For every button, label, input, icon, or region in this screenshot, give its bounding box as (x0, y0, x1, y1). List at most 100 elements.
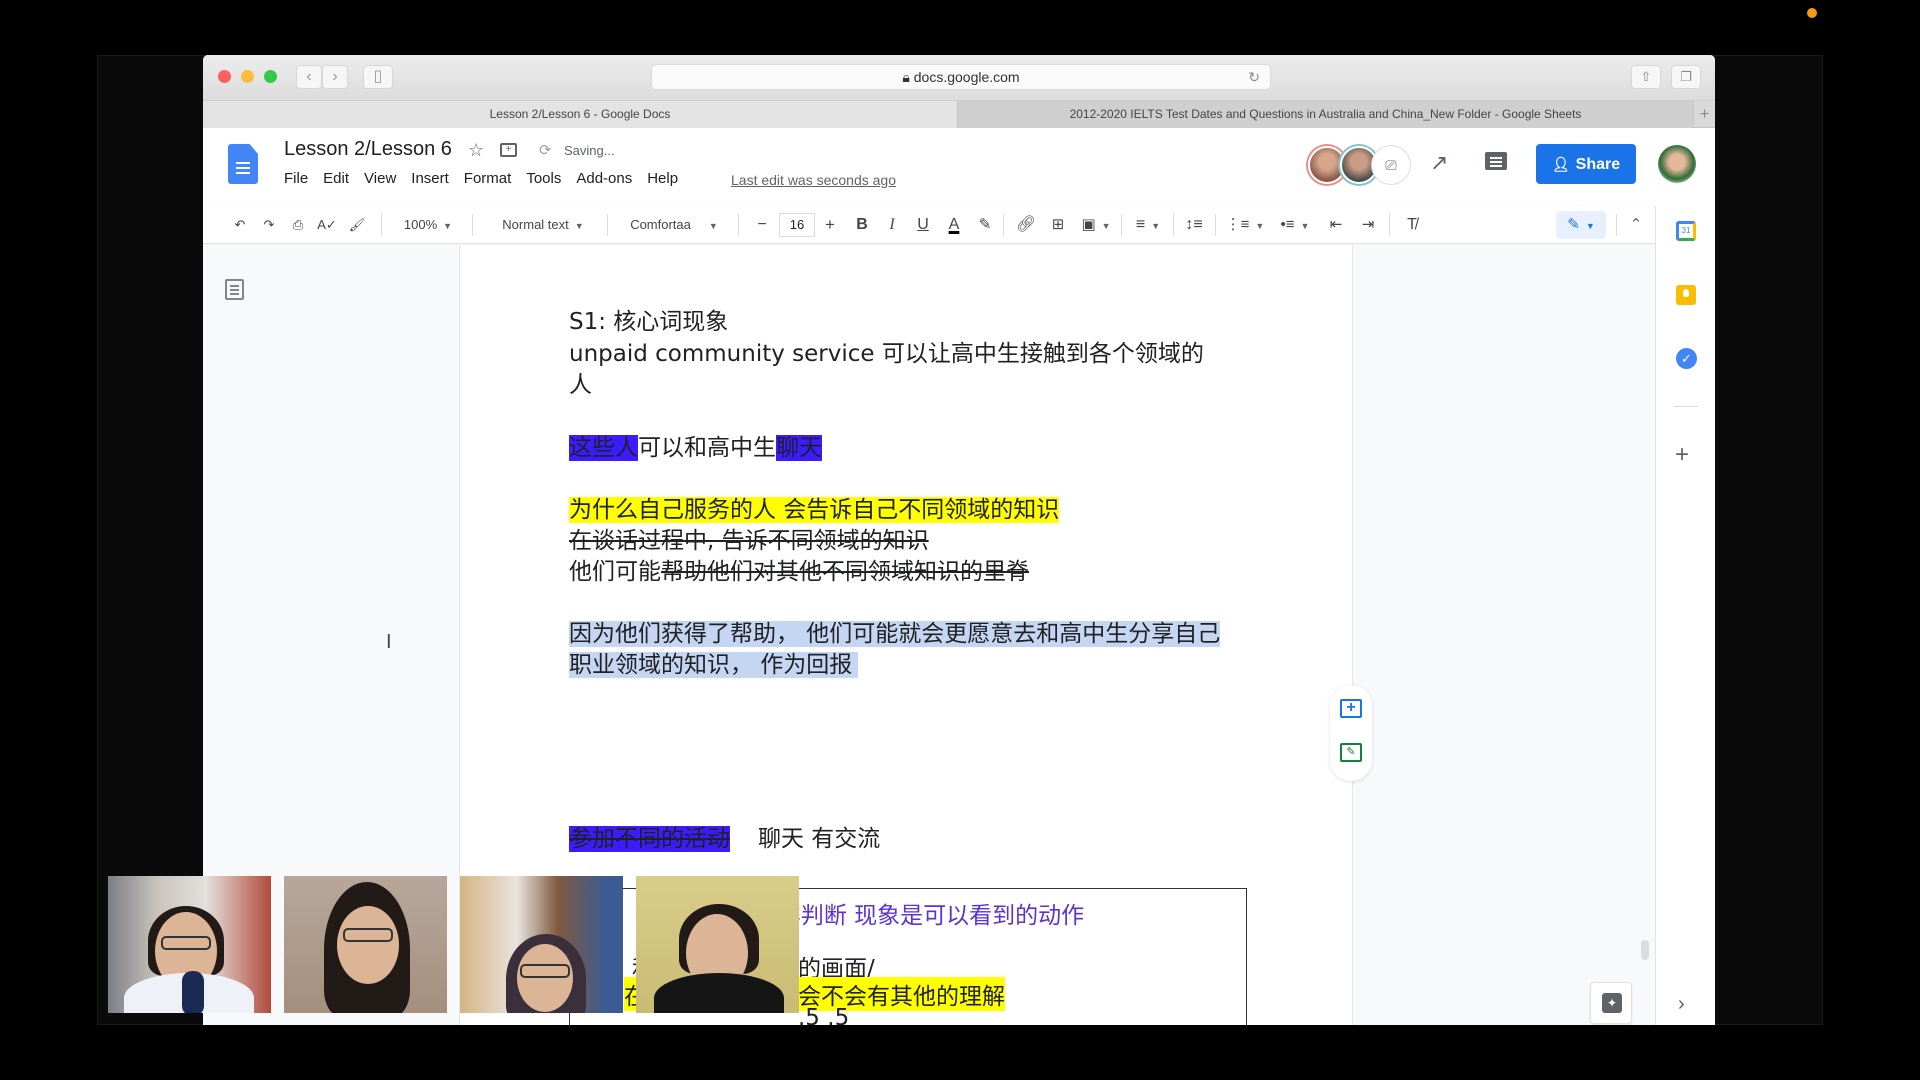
sidebar-toggle-icon[interactable]: ▯ (363, 65, 393, 89)
toolbar-divider (1215, 214, 1216, 236)
print-icon[interactable]: ⎙ (287, 206, 309, 244)
star-icon[interactable]: ☆ (468, 140, 484, 161)
increase-font-size-button[interactable]: + (817, 206, 843, 244)
decrease-font-size-button[interactable]: − (749, 206, 775, 244)
undo-icon[interactable]: ↶ (229, 206, 251, 244)
back-button[interactable]: ‹ (296, 65, 322, 89)
new-tab-button[interactable]: + (1693, 101, 1715, 128)
clear-formatting-icon[interactable]: T̸ (1399, 206, 1425, 244)
menu-addons[interactable]: Add-ons (576, 170, 632, 187)
italic-button[interactable]: I (879, 206, 905, 244)
insert-image-icon[interactable]: ▣ ▼ (1077, 206, 1115, 244)
redo-icon[interactable]: ↷ (258, 206, 280, 244)
selected-text[interactable]: 因为他们获得了帮助， 他们可能就会更愿意去和高中生分享自己 (569, 619, 1221, 650)
video-participant-tile[interactable] (460, 876, 623, 1013)
numbered-list-icon[interactable]: ⋮≡ ▼ (1223, 206, 1267, 244)
menu-edit[interactable]: Edit (323, 170, 349, 187)
address-bar[interactable]: 🔒︎ docs.google.com ↻ (651, 64, 1271, 90)
tasks-icon[interactable]: ✓ (1676, 348, 1697, 369)
increase-indent-icon[interactable]: ⇥ (1355, 206, 1381, 244)
selection-run: 职业领域的知识， 作为回报 (569, 652, 859, 678)
doc-line: 人 (569, 372, 592, 398)
explore-button[interactable]: ✦ (1590, 982, 1632, 1024)
comment-history-icon[interactable] (1485, 152, 1507, 170)
minimize-window-button[interactable] (241, 70, 254, 83)
line-spacing-icon[interactable]: ↕≡ (1181, 206, 1207, 244)
insert-link-icon[interactable]: 🔗︎ (1013, 206, 1039, 244)
move-to-folder-icon[interactable]: + (500, 143, 517, 157)
toolbar-divider (1616, 214, 1617, 236)
toolbar-divider (1389, 214, 1390, 236)
docs-header: Lesson 2/Lesson 6 ☆ + ⟳ Saving... File E… (203, 128, 1715, 206)
vertical-scrollbar[interactable] (1641, 940, 1649, 960)
font-value: Comfortaa (630, 217, 691, 232)
bulleted-list-icon[interactable]: •≡ ▼ (1273, 206, 1317, 244)
activity-dashboard-icon[interactable]: ↗ (1430, 150, 1448, 176)
side-panel-rail: 31 ✓ + › (1655, 206, 1715, 1025)
account-avatar[interactable] (1658, 145, 1696, 183)
expand-panel-chevron-icon[interactable]: › (1678, 993, 1685, 1016)
align-icon[interactable]: ≡ ▼ (1129, 206, 1167, 244)
microphone-figure (182, 971, 204, 1013)
video-figure (654, 973, 784, 1013)
close-window-button[interactable] (218, 70, 231, 83)
tab-google-sheets[interactable]: 2012-2020 IELTS Test Dates and Questions… (958, 101, 1693, 128)
share-button[interactable]: 👤︎ Share (1536, 144, 1636, 184)
menu-format[interactable]: Format (464, 170, 512, 187)
selected-text[interactable]: 职业领域的知识， 作为回报 (569, 650, 859, 681)
dropdown-arrow-icon: ▼ (1300, 221, 1310, 231)
toolbar-divider (1003, 214, 1004, 236)
video-figure (161, 936, 211, 950)
doc-paragraph: 这些人可以和高中生聊天 (569, 433, 822, 464)
doc-paragraph: 参加不同的活动 聊天 有交流 (569, 824, 880, 855)
zoom-select[interactable]: 100% ▼ (395, 206, 461, 244)
reload-icon[interactable]: ↻ (1248, 65, 1260, 89)
highlight-color-icon[interactable]: ✎ (972, 206, 998, 244)
add-comment-icon[interactable]: ⊞ (1045, 206, 1071, 244)
add-comment-icon[interactable]: + (1340, 699, 1362, 718)
font-family-select[interactable]: Comfortaa ▼ (618, 206, 730, 244)
selection-run: 因为他们获得了帮助， 他们可能就会更愿意去和高中生分享自己 (569, 621, 1221, 647)
decrease-indent-icon[interactable]: ⇤ (1323, 206, 1349, 244)
font-size-input[interactable]: 16 (779, 213, 815, 237)
share-sheet-icon[interactable]: ⇧ (1631, 65, 1661, 89)
tab-overview-icon[interactable]: ❐ (1671, 65, 1701, 89)
underline-button[interactable]: U (910, 206, 936, 244)
video-participant-tile[interactable] (636, 876, 799, 1013)
recording-indicator (1807, 8, 1817, 18)
tab-google-docs[interactable]: Lesson 2/Lesson 6 - Google Docs (203, 101, 958, 128)
rail-divider (1674, 406, 1698, 407)
paragraph-style-select[interactable]: Normal text ▼ (485, 206, 601, 244)
save-status: Saving... (564, 143, 615, 158)
zoom-window-button[interactable] (264, 70, 277, 83)
menu-help[interactable]: Help (647, 170, 678, 187)
menu-tools[interactable]: Tools (526, 170, 561, 187)
text-color-button[interactable]: A (941, 206, 967, 244)
document-outline-icon[interactable] (225, 279, 244, 300)
document-title[interactable]: Lesson 2/Lesson 6 (284, 138, 452, 161)
menu-insert[interactable]: Insert (411, 170, 449, 187)
hide-menus-chevron-up-icon[interactable]: ⌃ (1623, 206, 1649, 244)
docs-logo-icon[interactable] (228, 144, 258, 184)
spellcheck-icon[interactable]: A✓ (316, 206, 338, 244)
dropdown-arrow-icon: ▼ (443, 221, 453, 231)
menu-file[interactable]: File (284, 170, 308, 187)
box-line-partial: .5 .5 (798, 1005, 850, 1025)
last-edit-link[interactable]: Last edit was seconds ago (731, 172, 896, 188)
share-label: Share (1575, 156, 1621, 173)
editing-mode-button[interactable]: ✎ ▼ (1556, 211, 1606, 239)
add-ons-plus-icon[interactable]: + (1675, 441, 1689, 469)
menu-view[interactable]: View (364, 170, 396, 187)
video-participant-tile[interactable] (108, 876, 271, 1013)
keep-icon[interactable] (1676, 285, 1696, 305)
formatting-toolbar: ↶ ↷ ⎙ A✓ 🖌︎ 100% ▼ Normal text ▼ Comfortaa… (203, 206, 1655, 244)
paint-format-icon[interactable]: 🖌︎ (346, 206, 368, 244)
calendar-icon[interactable]: 31 (1676, 221, 1696, 241)
video-participant-tile[interactable] (284, 876, 447, 1013)
suggest-edits-icon[interactable]: ✎ (1340, 743, 1362, 762)
forward-button[interactable]: › (322, 65, 348, 89)
dropdown-arrow-icon: ▼ (574, 221, 584, 231)
present-to-meeting-icon[interactable]: ⎚ (1372, 146, 1410, 184)
bold-button[interactable]: B (849, 206, 875, 244)
explore-icon: ✦ (1602, 993, 1622, 1013)
